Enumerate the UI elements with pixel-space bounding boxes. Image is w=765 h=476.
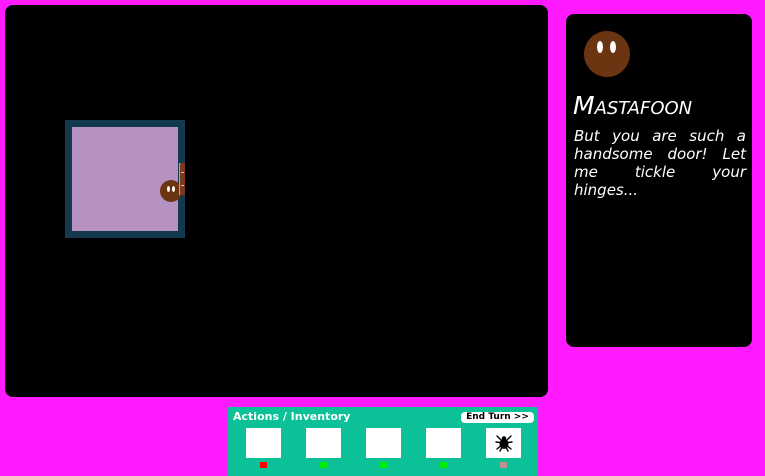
eye [172,186,175,192]
spider-icon [495,435,513,452]
speech-text: But you are such a handsome door! Let me… [574,127,746,199]
slot-status-indicator [500,462,507,468]
actions-inventory-bar: Actions / Inventory End Turn >> [228,407,538,476]
speaker-portrait [584,31,630,77]
speaker-name: Mastafoon [573,91,693,120]
inventory-slot[interactable] [246,428,281,458]
end-turn-button[interactable]: End Turn >> [461,412,534,423]
inventory-slot[interactable] [306,428,341,458]
inventory-slot[interactable] [486,428,521,458]
eye [167,186,170,192]
slot-status-indicator [260,462,267,468]
inventory-slot[interactable] [426,428,461,458]
slot-status-indicator [440,462,447,468]
dialog-panel: Mastafoon But you are such a handsome do… [566,14,752,347]
actions-inventory-title: Actions / Inventory [233,410,351,423]
eye [610,41,616,53]
room-floor[interactable] [72,127,182,231]
door-icon[interactable] [179,163,185,195]
room[interactable] [65,120,185,238]
slot-status-indicator [320,462,327,468]
inventory-slot[interactable] [366,428,401,458]
eye [597,41,603,53]
slot-status-indicator [380,462,387,468]
game-map[interactable] [5,5,548,397]
